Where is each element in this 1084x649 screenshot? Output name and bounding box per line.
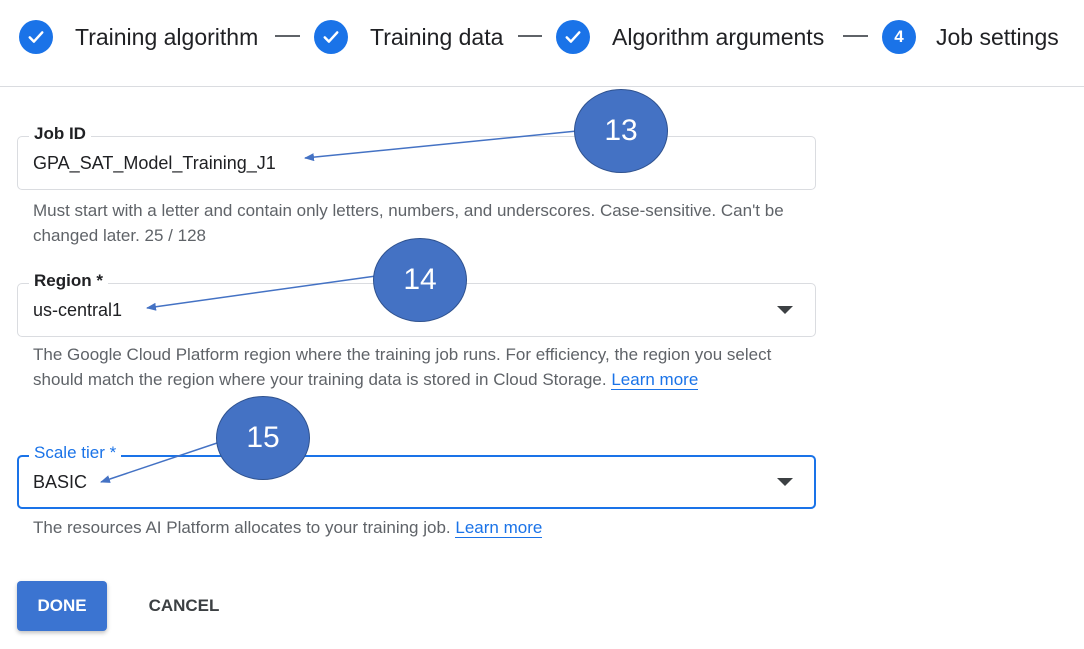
step-label: Job settings (936, 23, 1059, 50)
step-label: Training data (370, 23, 504, 50)
step-separator (518, 35, 542, 37)
cancel-button[interactable]: CANCEL (128, 581, 240, 631)
scale-tier-label: Scale tier * (29, 443, 122, 463)
job-id-label: Job ID (29, 124, 91, 144)
region-hint: The Google Cloud Platform region where t… (33, 342, 793, 392)
step-algorithm-arguments[interactable]: Algorithm arguments (556, 18, 824, 56)
check-icon (556, 20, 590, 54)
check-icon (19, 20, 53, 54)
region-select[interactable]: Region * us-central1 (17, 271, 816, 337)
step-number-badge: 4 (882, 20, 916, 54)
region-value: us-central1 (33, 300, 123, 320)
scale-tier-select[interactable]: Scale tier * BASIC (17, 443, 816, 509)
stepper: Training algorithm Training data Algorit… (0, 0, 1084, 87)
dropdown-arrow-icon[interactable] (777, 478, 793, 486)
region-learn-more-link[interactable]: Learn more (611, 370, 699, 390)
step-label: Algorithm arguments (612, 23, 825, 50)
step-separator (275, 35, 300, 37)
step-training-algorithm[interactable]: Training algorithm (19, 18, 258, 56)
job-id-field[interactable]: Job ID GPA_SAT_Model_Training_J1 (17, 124, 816, 190)
step-job-settings[interactable]: 4 Job settings (882, 18, 1059, 56)
scale-tier-learn-more-link[interactable]: Learn more (455, 518, 543, 538)
step-label: Training algorithm (75, 23, 259, 50)
check-icon (314, 20, 348, 54)
region-label: Region * (29, 271, 108, 291)
job-id-hint: Must start with a letter and contain onl… (33, 201, 784, 245)
step-separator (843, 35, 868, 37)
step-training-data[interactable]: Training data (314, 18, 503, 56)
scale-tier-hint-text: The resources AI Platform allocates to y… (33, 518, 451, 537)
dropdown-arrow-icon[interactable] (777, 306, 793, 314)
job-id-value[interactable]: GPA_SAT_Model_Training_J1 (33, 153, 276, 174)
done-button[interactable]: DONE (17, 581, 107, 631)
scale-tier-value: BASIC (33, 472, 88, 492)
scale-tier-hint: The resources AI Platform allocates to y… (33, 515, 793, 540)
